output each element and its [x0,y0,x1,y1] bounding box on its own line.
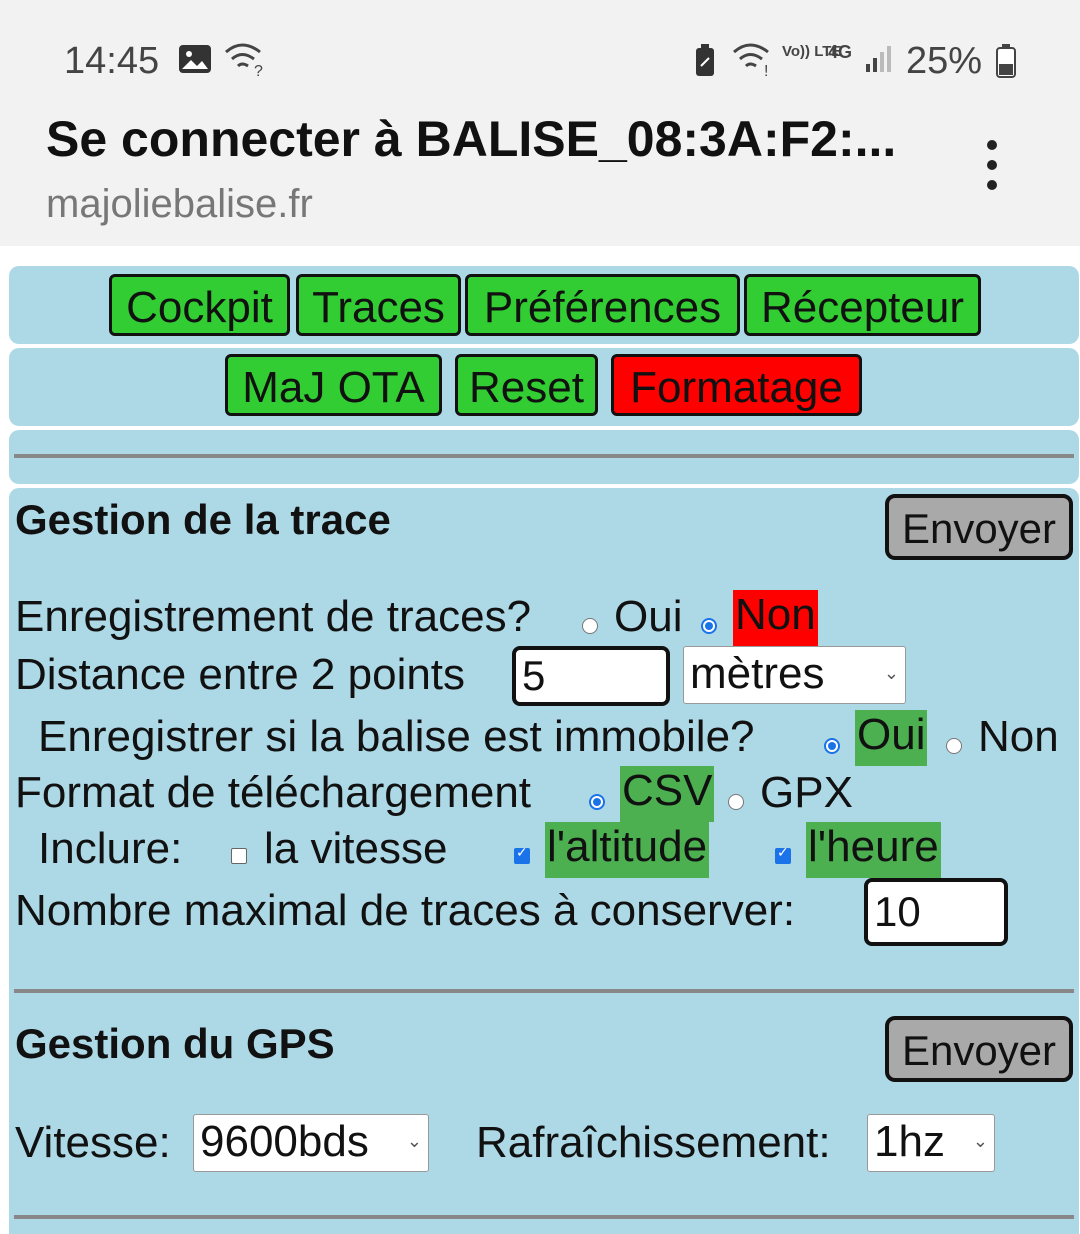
nav-reset-button[interactable]: Reset [455,354,598,416]
chevron-down-icon: ⌄ [883,663,899,684]
distance-unit-select[interactable]: mètres ⌄ [683,646,906,704]
nav-preferences-button[interactable]: Préférences [465,274,740,336]
nav-recepteur-button[interactable]: Récepteur [744,274,981,336]
trace-send-button[interactable]: Envoyer [885,494,1073,560]
format-label: Format de téléchargement [15,768,532,817]
nav-row-1: Cockpit Traces Préférences Récepteur [9,266,1079,344]
include-speed-checkbox[interactable] [231,848,247,864]
nav-formatage-button[interactable]: Formatage [611,354,862,416]
more-options-icon[interactable] [974,140,1010,200]
immobile-oui-label: Oui [855,710,928,766]
image-icon [178,44,212,82]
wifi-question-icon: ? [224,42,266,86]
app-bar: Se connecter à BALISE_08:3A:F2:... majol… [0,100,1080,246]
include-label: Inclure: [38,824,183,873]
settings-panel: Gestion de la trace Envoyer Enregistreme… [9,488,1079,1234]
immobile-non-radio[interactable] [946,738,962,754]
signal-icon [864,44,894,82]
max-traces-input[interactable]: 10 [864,878,1008,946]
battery-percent: 25% [906,40,983,82]
record-non-radio[interactable] [701,618,717,634]
nav-maj-ota-button[interactable]: MaJ OTA [225,354,442,416]
record-oui-label: Oui [614,592,683,641]
battery-saver-icon [694,44,716,86]
gps-speed-label: Vitesse: [15,1118,171,1167]
gps-speed-select[interactable]: 9600bds ⌄ [193,1114,429,1172]
gps-refresh-value: 1hz [874,1117,945,1166]
trace-heading: Gestion de la trace [15,496,391,543]
4g-icon: 4G [828,42,853,62]
wifi-calling-icon: ! [732,42,774,86]
distance-label: Distance entre 2 points [15,650,466,699]
include-altitude-checkbox[interactable] [514,845,530,864]
chevron-down-icon: ⌄ [972,1131,988,1152]
chevron-down-icon: ⌄ [406,1131,422,1152]
separator-panel [9,430,1079,484]
gps-refresh-select[interactable]: 1hz ⌄ [867,1114,995,1172]
gps-speed-value: 9600bds [200,1117,369,1166]
record-non-label: Non [733,590,818,646]
divider [14,989,1074,993]
divider [14,1215,1074,1219]
page-title: Se connecter à BALISE_08:3A:F2:... [46,111,897,167]
format-gpx-radio[interactable] [728,794,744,810]
gps-refresh-label: Rafraîchissement: [476,1118,831,1167]
gps-heading: Gestion du GPS [15,1020,335,1067]
distance-input[interactable]: 5 [512,646,670,706]
immobile-label: Enregistrer si la balise est immobile? [38,712,755,761]
include-altitude-label: l'altitude [545,822,710,878]
distance-unit-value: mètres [690,649,825,698]
include-time-checkbox[interactable] [775,845,791,864]
status-time: 14:45 [64,40,160,82]
format-csv-radio[interactable] [589,794,605,810]
immobile-non-label: Non [978,712,1059,761]
immobile-oui-radio[interactable] [824,738,840,754]
battery-icon [996,44,1016,86]
nav-cockpit-button[interactable]: Cockpit [109,274,290,336]
gps-send-button[interactable]: Envoyer [885,1016,1073,1082]
status-bar: 14:45 ? ! Vo)) LTE 4G 25% [0,0,1080,100]
record-traces-label: Enregistrement de traces? [15,592,532,641]
svg-text:!: ! [764,63,768,78]
nav-row-2: MaJ OTA Reset Formatage [9,348,1079,426]
max-traces-label: Nombre maximal de traces à conserver: [15,886,796,935]
svg-text:?: ? [254,63,263,78]
page-url: majoliebalise.fr [46,182,313,226]
include-time-label: l'heure [806,822,941,878]
include-speed-label: la vitesse [264,824,448,873]
nav-traces-button[interactable]: Traces [296,274,461,336]
format-gpx-label: GPX [760,768,853,817]
format-csv-label: CSV [620,766,715,822]
record-oui-radio[interactable] [582,618,598,634]
divider [14,454,1074,458]
